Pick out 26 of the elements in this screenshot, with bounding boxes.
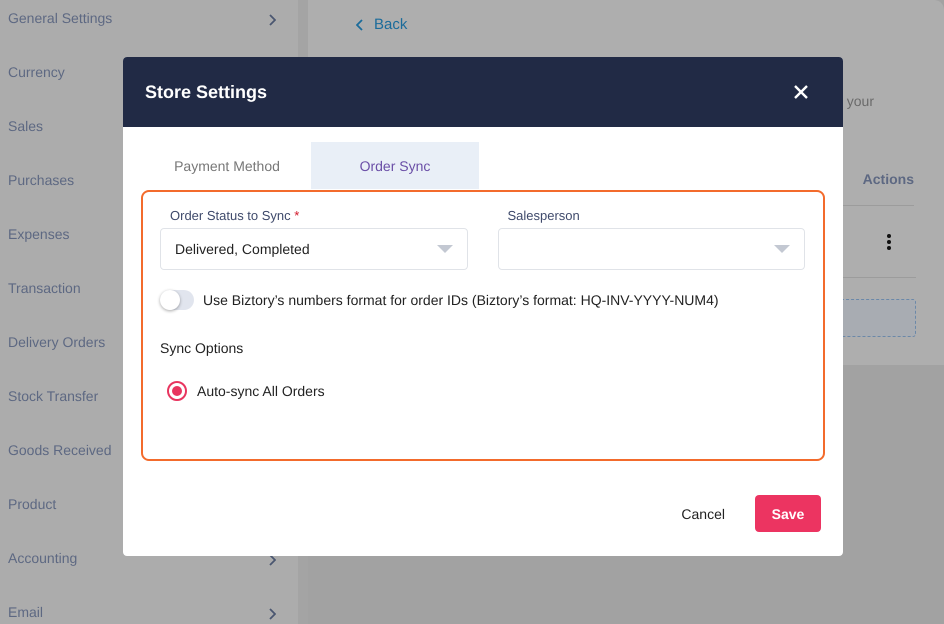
radio-button[interactable]: [167, 381, 187, 401]
description-text: your: [846, 93, 874, 109]
sidebar-item[interactable]: Accounting: [0, 548, 298, 602]
chevron-right-icon: [268, 608, 276, 620]
dropdown-arrow-icon: [436, 245, 452, 253]
save-button[interactable]: Save: [755, 495, 821, 532]
field-label: Order Status to Sync *: [169, 208, 300, 223]
toggle-label: Use Biztory’s numbers format for order IDs (Biztory’s format: HQ-INV-YYYY-NUM4): [203, 292, 719, 308]
tab[interactable]: Payment Method: [143, 142, 311, 189]
dialog-title: Store Settings: [145, 82, 268, 102]
chevron-right-icon: [268, 554, 276, 566]
chevron-right-icon: [268, 14, 276, 26]
order-status-select[interactable]: Delivered, Completed: [160, 228, 468, 270]
sidebar-item[interactable]: General Settings: [0, 8, 298, 62]
tab[interactable]: Order Sync: [311, 142, 479, 189]
cancel-button[interactable]: Cancel: [675, 504, 731, 522]
back-link[interactable]: Back: [356, 16, 916, 33]
field-label: Salesperson: [506, 208, 581, 223]
toggle-switch[interactable]: [160, 290, 194, 310]
more-icon[interactable]: [886, 232, 892, 250]
section-label: Sync Options: [160, 340, 244, 356]
close-icon[interactable]: [793, 84, 809, 100]
radio-label: Auto-sync All Orders: [197, 383, 325, 399]
sidebar-item[interactable]: Email: [0, 602, 298, 624]
chevron-left-icon: [356, 18, 364, 30]
dropdown-arrow-icon: [774, 245, 790, 253]
